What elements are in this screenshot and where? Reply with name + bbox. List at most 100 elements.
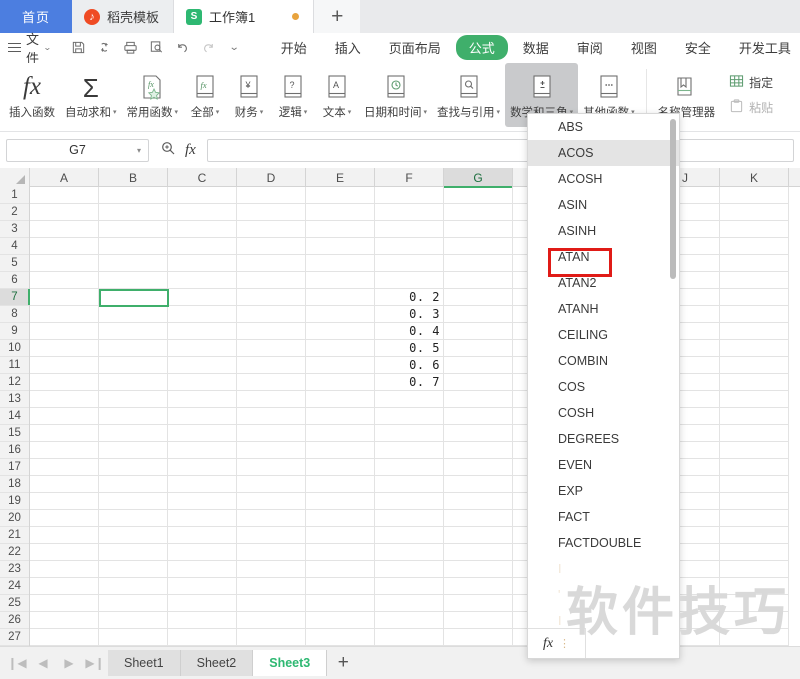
cell-A1[interactable] <box>30 187 99 204</box>
undo-icon[interactable] <box>171 37 194 59</box>
save-icon[interactable] <box>67 37 90 59</box>
dropdown-item-abs[interactable]: ABS <box>528 114 679 140</box>
cell-D16[interactable] <box>237 442 306 459</box>
column-header-A[interactable]: A <box>30 168 99 187</box>
ribbon-insert-function[interactable]: fx 插入函数 <box>4 63 60 127</box>
cell-A15[interactable] <box>30 425 99 442</box>
cell-C3[interactable] <box>168 221 237 238</box>
cell-D4[interactable] <box>237 238 306 255</box>
dropdown-item-atan2[interactable]: ATAN2 <box>528 270 679 296</box>
cell-F11[interactable]: 0. 6 <box>375 357 444 374</box>
cell-D27[interactable] <box>237 629 306 646</box>
cell-E1[interactable] <box>306 187 375 204</box>
cell-E26[interactable] <box>306 612 375 629</box>
dropdown-item-cosh[interactable]: COSH <box>528 400 679 426</box>
cell-G5[interactable] <box>444 255 513 272</box>
cell-G2[interactable] <box>444 204 513 221</box>
cell-B11[interactable] <box>99 357 168 374</box>
cell-F15[interactable] <box>375 425 444 442</box>
ribbon-tab-insert[interactable]: 插入 <box>322 35 374 60</box>
cell-B2[interactable] <box>99 204 168 221</box>
file-menu-button[interactable]: 文件 ⌄ <box>8 29 51 67</box>
cell-A20[interactable] <box>30 510 99 527</box>
row-header-3[interactable]: 3 <box>0 221 29 238</box>
row-header-25[interactable]: 25 <box>0 595 29 612</box>
cell-D8[interactable] <box>237 306 306 323</box>
cell-K6[interactable] <box>720 272 789 289</box>
cell-C23[interactable] <box>168 561 237 578</box>
cell-K16[interactable] <box>720 442 789 459</box>
cell-B9[interactable] <box>99 323 168 340</box>
cell-A23[interactable] <box>30 561 99 578</box>
cell-K1[interactable] <box>720 187 789 204</box>
cell-C12[interactable] <box>168 374 237 391</box>
cell-G16[interactable] <box>444 442 513 459</box>
cell-B13[interactable] <box>99 391 168 408</box>
cell-B20[interactable] <box>99 510 168 527</box>
cell-E13[interactable] <box>306 391 375 408</box>
cell-C18[interactable] <box>168 476 237 493</box>
sheet-tab-sheet2[interactable]: Sheet2 <box>181 650 254 676</box>
cell-B7[interactable] <box>99 289 168 306</box>
cell-K9[interactable] <box>720 323 789 340</box>
cell-F6[interactable] <box>375 272 444 289</box>
row-header-17[interactable]: 17 <box>0 459 29 476</box>
cell-D11[interactable] <box>237 357 306 374</box>
cell-D13[interactable] <box>237 391 306 408</box>
cell-C7[interactable] <box>168 289 237 306</box>
cell-A12[interactable] <box>30 374 99 391</box>
cell-A9[interactable] <box>30 323 99 340</box>
ribbon-text[interactable]: A 文本▾ <box>315 63 359 127</box>
cell-C1[interactable] <box>168 187 237 204</box>
cell-C17[interactable] <box>168 459 237 476</box>
cell-A27[interactable] <box>30 629 99 646</box>
cell-G22[interactable] <box>444 544 513 561</box>
cell-G11[interactable] <box>444 357 513 374</box>
dropdown-item-asinh[interactable]: ASINH <box>528 218 679 244</box>
cell-K26[interactable] <box>720 612 789 629</box>
select-all-corner[interactable] <box>0 168 30 187</box>
cell-F20[interactable] <box>375 510 444 527</box>
next-sheet-icon[interactable]: ▶ <box>56 650 82 676</box>
cell-D21[interactable] <box>237 527 306 544</box>
ribbon-all-functions[interactable]: fx 全部▾ <box>183 63 227 127</box>
cell-E3[interactable] <box>306 221 375 238</box>
dropdown-item-factdouble[interactable]: FACTDOUBLE <box>528 530 679 556</box>
cell-B18[interactable] <box>99 476 168 493</box>
cell-E18[interactable] <box>306 476 375 493</box>
cell-B21[interactable] <box>99 527 168 544</box>
cell-B23[interactable] <box>99 561 168 578</box>
cell-G3[interactable] <box>444 221 513 238</box>
cell-G9[interactable] <box>444 323 513 340</box>
cell-E16[interactable] <box>306 442 375 459</box>
cell-B14[interactable] <box>99 408 168 425</box>
row-header-12[interactable]: 12 <box>0 374 29 391</box>
cell-G19[interactable] <box>444 493 513 510</box>
row-header-2[interactable]: 2 <box>0 204 29 221</box>
ribbon-financial[interactable]: ¥ 财务▾ <box>227 63 271 127</box>
sheet-tab-sheet3[interactable]: Sheet3 <box>253 650 327 676</box>
cell-E21[interactable] <box>306 527 375 544</box>
first-sheet-icon[interactable]: ❙◀ <box>4 650 30 676</box>
cell-K3[interactable] <box>720 221 789 238</box>
ribbon-autosum[interactable]: Σ 自动求和▾ <box>60 63 122 127</box>
ribbon-tab-view[interactable]: 视图 <box>618 35 670 60</box>
cell-B19[interactable] <box>99 493 168 510</box>
row-header-16[interactable]: 16 <box>0 442 29 459</box>
cell-G15[interactable] <box>444 425 513 442</box>
ribbon-tab-data[interactable]: 数据 <box>510 35 562 60</box>
cell-C13[interactable] <box>168 391 237 408</box>
cell-D26[interactable] <box>237 612 306 629</box>
cell-E9[interactable] <box>306 323 375 340</box>
print-icon[interactable] <box>119 37 142 59</box>
cell-G13[interactable] <box>444 391 513 408</box>
cell-G21[interactable] <box>444 527 513 544</box>
dropdown-item-asin[interactable]: ASIN <box>528 192 679 218</box>
cell-B12[interactable] <box>99 374 168 391</box>
cell-E10[interactable] <box>306 340 375 357</box>
row-header-20[interactable]: 20 <box>0 510 29 527</box>
cell-K15[interactable] <box>720 425 789 442</box>
cell-F21[interactable] <box>375 527 444 544</box>
cell-D17[interactable] <box>237 459 306 476</box>
cell-K27[interactable] <box>720 629 789 646</box>
